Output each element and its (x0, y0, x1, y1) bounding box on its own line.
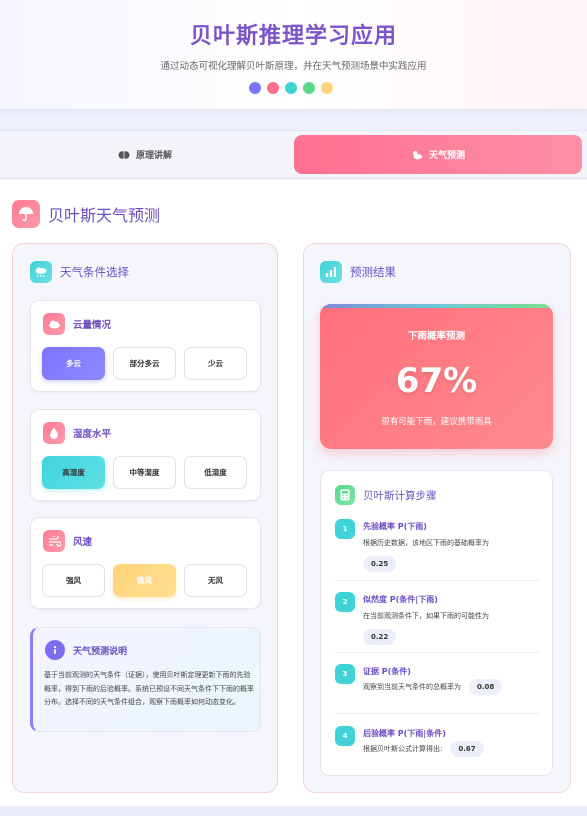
decor-dot (321, 82, 333, 94)
step-number: 3 (335, 664, 355, 684)
brain-icon (118, 149, 130, 161)
wind-group: 风速 强风 微风 无风 (30, 517, 261, 609)
results-title: 预测结果 (350, 265, 396, 279)
step-description-text: 观察到当前天气条件的总概率为 (363, 683, 461, 691)
option-partly-cloudy[interactable]: 部分多云 (113, 347, 176, 380)
result-accent-bar (320, 304, 553, 308)
cloud-icon (43, 313, 65, 335)
rain-probability-card: 下雨概率预测 67% 很有可能下雨，建议携带雨具 (320, 304, 553, 449)
info-header: 天气预测说明 (45, 640, 127, 660)
tab-label: 原理讲解 (135, 151, 172, 161)
rain-probability-note: 很有可能下雨，建议携带雨具 (381, 417, 492, 427)
option-low-humidity[interactable]: 低湿度 (184, 456, 247, 489)
wind-group-header: 风速 (43, 530, 92, 552)
steps-header: 贝叶斯计算步骤 (335, 485, 437, 505)
info-title: 天气预测说明 (73, 646, 128, 657)
step-value: 0.25 (363, 556, 397, 572)
step-divider (335, 652, 540, 653)
section-title: 贝叶斯天气预测 (48, 206, 161, 225)
step-description: 观察到当前天气条件的总概率为 0.08 (363, 679, 503, 695)
chart-icon (320, 261, 342, 283)
step-value: 0.22 (363, 629, 397, 645)
option-breeze[interactable]: 微风 (113, 564, 176, 597)
step-description: 根据贝叶斯公式计算得出: 0.67 (363, 741, 484, 757)
rain-probability-title: 下雨概率预测 (407, 331, 465, 342)
step-number: 4 (335, 726, 355, 746)
step-description: 根据历史数据，该地区下雨的基础概率为 (363, 539, 489, 547)
humidity-group-header: 湿度水平 (43, 422, 111, 444)
umbrella-icon (12, 200, 40, 228)
step-value-wrap: 0.22 (363, 624, 397, 645)
results-header: 预测结果 (320, 261, 396, 283)
cloud-group-title: 云量情况 (73, 320, 112, 331)
step-description-text: 根据贝叶斯公式计算得出: (363, 745, 443, 753)
decor-dot (285, 82, 297, 94)
step-value-wrap: 0.25 (363, 551, 397, 572)
humidity-group-title: 湿度水平 (73, 429, 112, 440)
option-cloudy[interactable]: 多云 (42, 347, 105, 380)
step-divider (335, 580, 540, 581)
cloud-group-header: 云量情况 (43, 313, 111, 335)
calculator-icon (335, 485, 355, 505)
step-title: 后验概率 P(下雨|条件) (363, 729, 446, 738)
cloud-sun-icon (411, 149, 423, 161)
cloud-group: 云量情况 多云 部分多云 少云 (30, 300, 261, 392)
tab-label: 天气预测 (428, 151, 465, 161)
option-few-clouds[interactable]: 少云 (184, 347, 247, 380)
step-description: 在当前观测条件下，如果下雨的可能性为 (363, 612, 489, 620)
info-icon (45, 640, 65, 660)
step-title: 似然度 P(条件|下雨) (363, 595, 438, 604)
info-text: 基于当前观测的天气条件（证据），使用贝叶斯定理更新下雨的先验概率，得到下雨的后验… (44, 671, 254, 706)
option-strong-wind[interactable]: 强风 (42, 564, 105, 597)
step-value: 0.08 (469, 679, 503, 695)
option-no-wind[interactable]: 无风 (184, 564, 247, 597)
step-title: 证据 P(条件) (363, 667, 411, 676)
bottom-bar (0, 806, 587, 816)
conditions-title: 天气条件选择 (60, 265, 129, 279)
steps-title: 贝叶斯计算步骤 (363, 489, 437, 502)
rain-probability-value: 67% (395, 361, 478, 401)
app-header: 贝叶斯推理学习应用 通过动态可视化理解贝叶斯原理，并在天气预测场景中实践应用 (0, 0, 587, 110)
wind-icon (43, 530, 65, 552)
app-subtitle: 通过动态可视化理解贝叶斯原理，并在天气预测场景中实践应用 (160, 61, 427, 72)
decor-dot (303, 82, 315, 94)
decor-dot (267, 82, 279, 94)
step-number: 1 (335, 519, 355, 539)
info-box: 天气预测说明 基于当前观测的天气条件（证据），使用贝叶斯定理更新下雨的先验概率，… (30, 627, 261, 732)
app-title: 贝叶斯推理学习应用 (189, 24, 397, 49)
step-divider (335, 713, 540, 714)
humidity-group: 湿度水平 高湿度 中等湿度 低湿度 (30, 409, 261, 501)
droplet-icon (43, 422, 65, 444)
tab-weather[interactable]: 天气预测 (294, 135, 582, 174)
step-value: 0.67 (450, 741, 484, 757)
step-title: 先验概率 P(下雨) (363, 522, 427, 531)
tab-principle[interactable]: 原理讲解 (0, 135, 290, 174)
calculation-steps: 贝叶斯计算步骤 1 先验概率 P(下雨) 根据历史数据，该地区下雨的基础概率为 … (320, 470, 553, 776)
section-header: 贝叶斯天气预测 (12, 200, 160, 228)
tab-bar: 原理讲解 天气预测 (0, 130, 587, 178)
conditions-header: 天气条件选择 (30, 261, 129, 283)
option-high-humidity[interactable]: 高湿度 (42, 456, 105, 489)
decor-dots (249, 82, 333, 94)
cloud-rain-icon (30, 261, 52, 283)
wind-group-title: 风速 (73, 537, 93, 548)
option-medium-humidity[interactable]: 中等湿度 (113, 456, 176, 489)
decor-dot (249, 82, 261, 94)
step-number: 2 (335, 592, 355, 612)
